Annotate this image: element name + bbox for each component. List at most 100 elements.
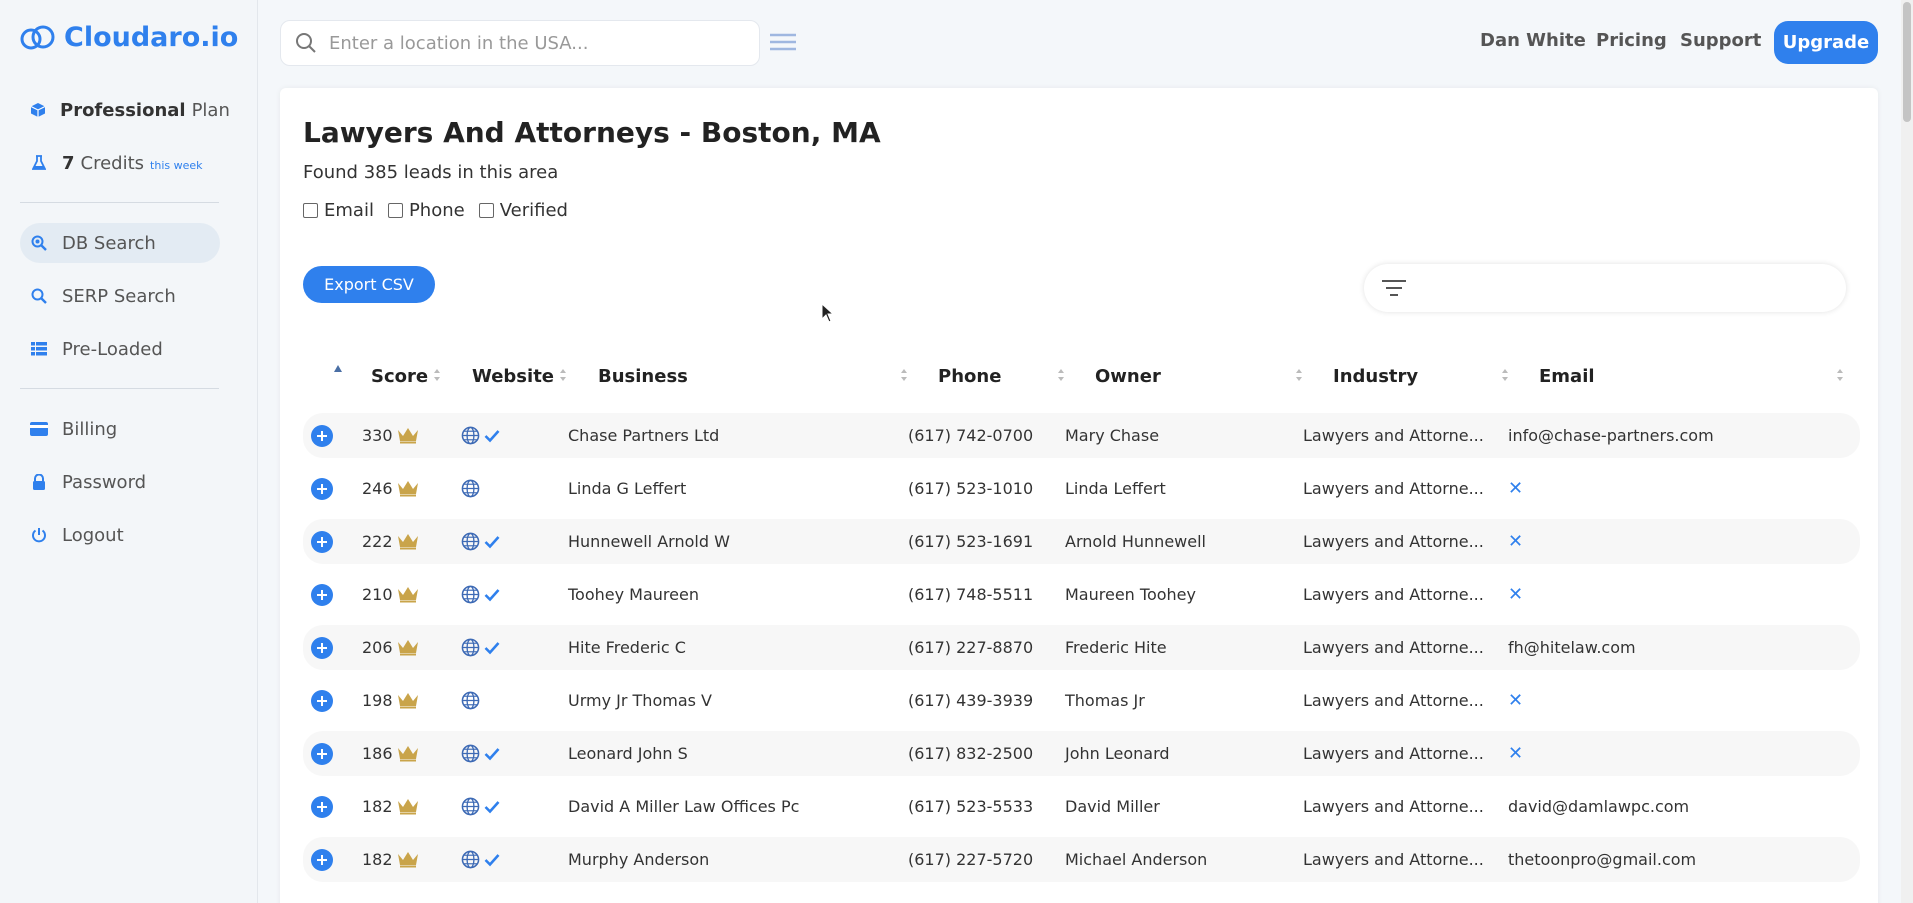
list-icon [30,340,48,358]
sidebar-divider [20,388,219,389]
sort-icon[interactable] [559,368,567,382]
sort-icon[interactable] [433,368,441,382]
sidebar-item-label: Billing [62,418,118,440]
nav-pricing[interactable]: Pricing [1596,30,1667,51]
score-value: 210 [362,585,393,604]
sidebar-item-pre-loaded[interactable]: Pre-Loaded [20,329,220,369]
industry-cell: Lawyers and Attorne... [1303,850,1484,869]
table-row[interactable]: 210 Toohey Maureen (617) 748-5511 Maureen T… [303,572,1860,617]
globe-icon[interactable] [461,638,480,657]
page-title: Lawyers And Attorneys - Boston, MA [303,116,881,149]
filter-email[interactable]: Email [303,200,374,221]
score-cell: 182 [362,784,419,829]
close-icon: ✕ [1508,690,1524,711]
sort-icon[interactable] [1836,368,1844,382]
table-row[interactable]: 186 Leonard John S (617) 832-2500 John Leon… [303,731,1860,776]
location-search[interactable] [280,20,760,66]
table-row[interactable]: 182 David A Miller Law Offices Pc (617) 52… [303,784,1860,829]
menu-icon[interactable] [770,32,796,56]
checkbox[interactable] [387,203,403,218]
plus-icon[interactable] [311,583,333,606]
sort-icon[interactable] [1501,368,1509,382]
business-cell: Hunnewell Arnold W [568,532,730,551]
header-email[interactable]: Email [1539,356,1595,396]
globe-icon[interactable] [461,850,480,869]
plus-icon[interactable] [311,530,333,553]
nav-user[interactable]: Dan White [1480,30,1586,51]
globe-icon[interactable] [461,691,480,710]
expand-row-button[interactable] [311,519,333,564]
expand-row-button[interactable] [311,837,333,882]
sidebar-item-logout[interactable]: Logout [20,515,220,555]
scrollbar-thumb[interactable] [1903,2,1911,122]
plus-icon[interactable] [311,477,333,500]
sidebar-item-billing[interactable]: Billing [20,409,220,449]
table-row[interactable]: 246 Linda G Leffert (617) 523-1010 Linda Le… [303,466,1860,511]
sort-icon[interactable] [1295,368,1303,382]
sort-icon[interactable] [900,368,908,382]
table-row[interactable]: 222 Hunnewell Arnold W (617) 523-1691 Arnol… [303,519,1860,564]
plus-icon[interactable] [311,742,333,765]
table-row[interactable]: 198 Urmy Jr Thomas V (617) 439-3939 Thomas … [303,678,1860,723]
owner-cell: Thomas Jr [1065,691,1145,710]
sidebar-item-password[interactable]: Password [20,462,220,502]
expand-row-button[interactable] [311,731,333,776]
globe-icon[interactable] [461,532,480,551]
expand-row-button[interactable] [311,466,333,511]
header-score[interactable]: Score [371,356,428,396]
expand-row-button[interactable] [311,413,333,458]
credits-label: Credits [80,152,145,174]
nav-support[interactable]: Support [1680,30,1761,51]
table-row[interactable]: 330 Chase Partners Ltd (617) 742-0700 Mary … [303,413,1860,458]
check-icon [484,853,500,867]
expand-row-button[interactable] [311,572,333,617]
plus-icon[interactable] [311,848,333,871]
filter-verified[interactable]: Verified [478,200,568,221]
sidebar-item-db-search[interactable]: DB Search [20,223,220,263]
plus-icon[interactable] [311,636,333,659]
export-csv-button[interactable]: Export CSV [303,266,435,303]
upgrade-button[interactable]: Upgrade [1774,21,1878,64]
header-business[interactable]: Business [598,356,688,396]
checkbox[interactable] [303,203,318,218]
table-row[interactable]: 206 Hite Frederic C (617) 227-8870 Frederic… [303,625,1860,670]
industry-cell: Lawyers and Attorne... [1303,744,1484,763]
header-phone[interactable]: Phone [938,356,1001,396]
checkbox[interactable] [478,203,494,218]
globe-icon[interactable] [461,479,480,498]
score-cell: 182 [362,837,419,882]
plus-icon[interactable] [311,795,333,818]
sort-icon[interactable] [1057,368,1065,382]
app-logo[interactable]: Cloudaro.io [18,22,238,53]
expand-row-button[interactable] [311,784,333,829]
plus-icon[interactable] [311,689,333,712]
business-cell: Leonard John S [568,744,688,763]
business-cell: David A Miller Law Offices Pc [568,797,800,816]
filter-phone[interactable]: Phone [387,200,465,221]
globe-icon[interactable] [461,744,480,763]
table-row[interactable]: 182 Murphy Anderson (617) 227-5720 Michael … [303,837,1860,882]
sidebar-item-serp-search[interactable]: SERP Search [20,276,220,316]
header-industry[interactable]: Industry [1333,356,1418,396]
globe-icon[interactable] [461,797,480,816]
sort-asc-icon[interactable] [333,364,343,374]
website-cell [461,572,500,617]
website-cell [461,413,500,458]
expand-row-button[interactable] [311,625,333,670]
owner-cell: Linda Leffert [1065,479,1166,498]
table-filter-input[interactable] [1364,264,1846,312]
industry-cell: Lawyers and Attorne... [1303,691,1484,710]
header-website[interactable]: Website [472,356,554,396]
db-search-icon [30,234,48,252]
check-icon [484,641,500,655]
sidebar: Cloudaro.io Professional Plan 7 Credits … [0,0,258,903]
page-scrollbar[interactable] [1901,0,1913,903]
header-owner[interactable]: Owner [1095,356,1161,396]
check-icon [484,747,500,761]
score-value: 330 [362,426,393,445]
globe-icon[interactable] [461,585,480,604]
globe-icon[interactable] [461,426,480,445]
expand-row-button[interactable] [311,678,333,723]
plus-icon[interactable] [311,424,333,447]
location-search-input[interactable] [329,32,729,54]
